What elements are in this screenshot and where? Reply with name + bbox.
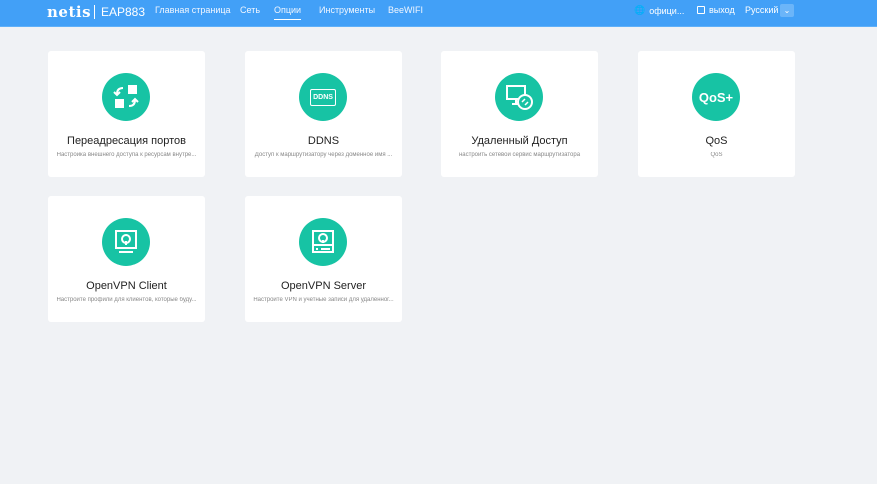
nav-options[interactable]: Опции <box>274 5 302 20</box>
card-title: Удаленный Доступ <box>471 135 568 147</box>
qos-icon-text: QoS+ <box>698 89 734 105</box>
language-select[interactable]: Русский <box>745 5 778 15</box>
card-description: Настройка внешнего доступа к ресурсам вн… <box>56 152 197 158</box>
openvpn-server-icon <box>299 218 347 266</box>
remote-access-icon <box>495 73 543 121</box>
card-title: DDNS <box>307 135 340 147</box>
card-description: настроить сетевой сервис маршрутизатора <box>458 152 581 158</box>
ddns-icon: DDNS <box>299 73 347 121</box>
card-ddns[interactable]: DDNS DDNS Доступ к маршрутизатору через … <box>245 51 402 177</box>
card-remote-access[interactable]: Удаленный Доступ настроить сетевой серви… <box>441 51 598 177</box>
official-site-link[interactable]: 🌐 офици... <box>634 5 684 16</box>
logout-icon <box>697 6 705 14</box>
top-header: netis EAP883 Главная страница Сеть Опции… <box>0 0 877 27</box>
card-description: QoS <box>710 152 723 158</box>
qos-icon: QoS+ <box>692 73 740 121</box>
openvpn-client-icon <box>102 218 150 266</box>
card-openvpn-server[interactable]: OpenVPN Server Настройте VPN и учетные з… <box>245 196 402 322</box>
nav-tools[interactable]: Инструменты <box>319 5 375 15</box>
ddns-icon-text: DDNS <box>310 88 336 106</box>
card-title: QoS <box>705 135 728 147</box>
card-description: Доступ к маршрутизатору через доменное и… <box>254 152 393 158</box>
nav-beewifi[interactable]: BeeWIFI <box>388 5 423 15</box>
nav-home[interactable]: Главная страница <box>155 5 231 15</box>
divider <box>94 5 95 19</box>
card-title: OpenVPN Client <box>86 280 167 292</box>
card-description: Настройте VPN и учетные записи для удале… <box>253 297 394 303</box>
device-model: EAP883 <box>101 5 146 19</box>
logout-button[interactable]: выход <box>697 5 735 15</box>
nav-network[interactable]: Сеть <box>240 5 260 15</box>
logout-label: выход <box>709 5 735 15</box>
card-port-forwarding[interactable]: Переадресация портов Настройка внешнего … <box>48 51 205 177</box>
card-title: Переадресация портов <box>67 135 186 147</box>
netis-logo: netis <box>47 3 92 21</box>
card-qos[interactable]: QoS+ QoS QoS <box>638 51 795 177</box>
globe-icon: 🌐 <box>634 5 646 15</box>
chevron-down-icon[interactable]: ⌄ <box>780 4 794 17</box>
card-title: OpenVPN Server <box>281 280 366 292</box>
card-description: Настройте профили для клиентов, которые … <box>56 297 197 303</box>
port-forward-icon <box>102 73 150 121</box>
card-openvpn-client[interactable]: OpenVPN Client Настройте профили для кли… <box>48 196 205 322</box>
official-label: офици... <box>649 5 685 16</box>
